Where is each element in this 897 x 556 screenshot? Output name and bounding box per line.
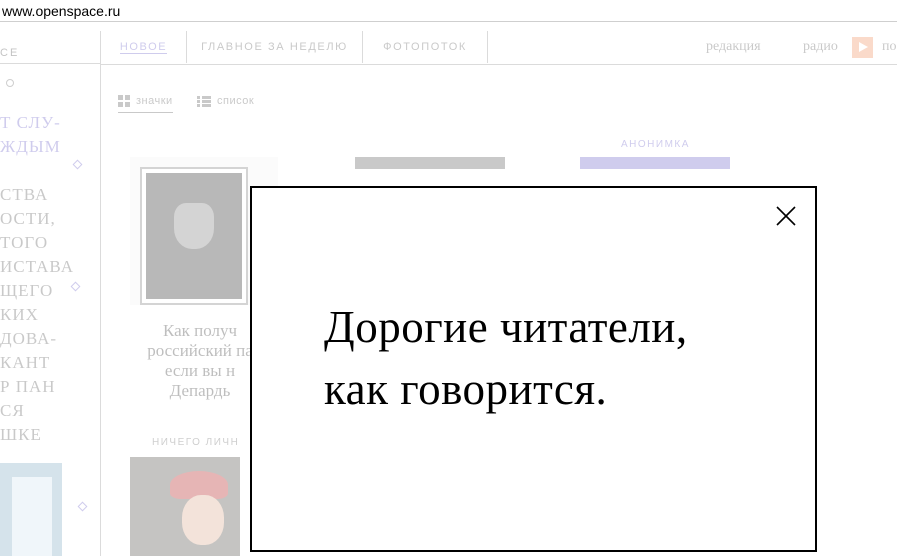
left-headline-1[interactable]: Т СЛУ- ЖДЫМ bbox=[0, 111, 61, 159]
section-label-anonymka: АНОНИМКА bbox=[621, 139, 690, 150]
category-bar-accent bbox=[580, 157, 730, 169]
top-navigation: НОВОЕ ГЛАВНОЕ ЗА НЕДЕЛЮ ФОТОПОТОК редакц… bbox=[101, 31, 897, 65]
address-bar[interactable]: www.openspace.ru bbox=[0, 0, 897, 22]
tab-week-highlights[interactable]: ГЛАВНОЕ ЗА НЕДЕЛЮ bbox=[187, 31, 363, 63]
close-icon[interactable] bbox=[774, 204, 798, 228]
article-photo[interactable] bbox=[130, 457, 240, 556]
tab-new-label: НОВОЕ bbox=[119, 41, 168, 54]
view-list-toggle[interactable]: список bbox=[197, 95, 254, 107]
site-logo-fragment[interactable]: CE bbox=[0, 47, 19, 59]
modal-line-2: как говорится. bbox=[324, 364, 608, 414]
left-column: CE Т СЛУ- ЖДЫМ СТВА ОСТИ, ТОГО ИСТАВА ЩЕ… bbox=[0, 31, 101, 556]
radio-play-icon[interactable] bbox=[852, 37, 873, 58]
list-icon bbox=[197, 95, 211, 107]
diamond-icon bbox=[72, 159, 83, 170]
section-label: НИЧЕГО ЛИЧН bbox=[152, 437, 240, 448]
left-headline-2[interactable]: СТВА ОСТИ, ТОГО ИСТАВА ЩЕГО КИХ ДОВА- КА… bbox=[0, 183, 74, 447]
page-content: CE Т СЛУ- ЖДЫМ СТВА ОСТИ, ТОГО ИСТАВА ЩЕ… bbox=[0, 23, 897, 556]
view-list-label: список bbox=[217, 95, 255, 107]
modal-line-1: Дорогие читатели, bbox=[324, 302, 688, 352]
announcement-modal: Дорогие читатели, как говорится. bbox=[250, 186, 817, 552]
view-icons-toggle[interactable]: значки bbox=[118, 95, 173, 114]
view-icons-label: значки bbox=[136, 95, 173, 107]
passport-image bbox=[142, 169, 246, 303]
left-thumbnail[interactable] bbox=[0, 463, 62, 556]
diamond-icon bbox=[77, 501, 88, 512]
tab-new[interactable]: НОВОЕ bbox=[101, 31, 187, 63]
url-text: www.openspace.ru bbox=[2, 3, 121, 19]
grid-icon bbox=[118, 95, 130, 108]
circle-icon bbox=[6, 79, 14, 87]
article-caption[interactable]: Как получ российский па если вы н Депард… bbox=[130, 321, 270, 401]
tab-photostream[interactable]: ФОТОПОТОК bbox=[363, 31, 488, 63]
radio-link[interactable]: радио bbox=[803, 31, 838, 63]
editorial-link[interactable]: редакция bbox=[706, 31, 761, 63]
modal-message: Дорогие читатели, как говорится. bbox=[324, 296, 688, 420]
left-divider bbox=[0, 63, 100, 64]
nav-link-fragment[interactable]: по bbox=[882, 31, 897, 63]
category-bar bbox=[355, 157, 505, 169]
